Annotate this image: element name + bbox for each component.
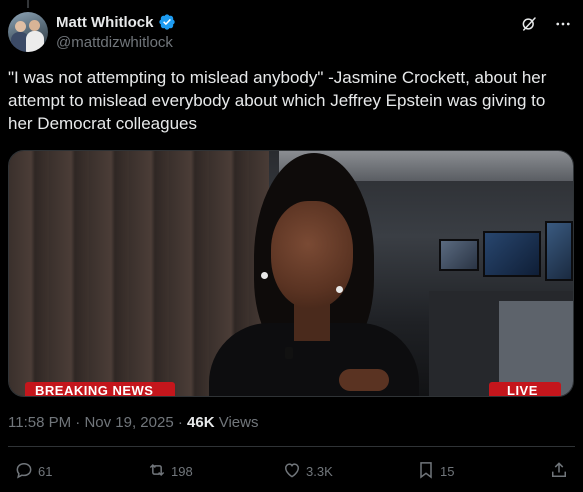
tweet-date[interactable]: Nov 19, 2025 [84,414,173,431]
avatar-figure-right [26,31,44,52]
video-monitor [545,221,573,281]
breaking-news-banner: BREAKING NEWS [25,382,175,396]
tweet-top-actions [519,14,573,34]
live-label: LIVE [507,383,538,396]
live-banner: LIVE [489,382,561,396]
video-lapel-mic [285,347,293,359]
verified-badge-icon[interactable] [158,13,176,31]
divider [8,446,575,447]
bookmark-button[interactable]: 15 [416,460,454,483]
breaking-news-label: BREAKING NEWS [35,383,154,396]
reply-count: 61 [38,464,53,479]
video-monitor [439,239,479,271]
tweet-video[interactable]: BREAKING NEWS LIVE [8,150,574,397]
video-monitor [483,231,541,277]
repost-count: 198 [171,464,193,479]
reply-icon [14,460,34,483]
video-person-earring [336,286,343,293]
repost-icon [147,460,167,483]
meta-separator: · [75,414,81,431]
heart-icon [282,460,302,483]
tweet-time[interactable]: 11:58 PM [8,414,71,431]
avatar-face-right [29,20,40,31]
avatar-face-left [15,21,26,32]
video-person-face [271,201,353,309]
like-count: 3.3K [306,464,333,479]
thread-connector-line [27,0,29,8]
bookmark-count: 15 [440,464,455,479]
video-person-hand [339,369,389,391]
bookmark-icon [416,460,436,483]
tweet-meta: 11:58 PM · Nov 19, 2025 · 46K Views [8,414,258,431]
avatar[interactable] [8,12,48,52]
author-handle[interactable]: @mattdizwhitlock [56,34,173,51]
share-button[interactable] [549,460,569,483]
views-label: Views [218,414,259,431]
like-button[interactable]: 3.3K [282,460,333,483]
author-display-name[interactable]: Matt Whitlock [56,14,154,31]
share-icon [549,460,569,483]
author-name-row: Matt Whitlock [56,13,176,31]
views-count[interactable]: 46K [187,414,215,431]
grok-icon[interactable] [519,14,539,34]
tweet-action-bar: 61 198 3.3K 15 [0,460,583,484]
video-person-earring [261,272,268,279]
reply-button[interactable]: 61 [14,460,52,483]
repost-button[interactable]: 198 [147,460,193,483]
meta-separator: · [177,414,183,431]
tweet-text: "I was not attempting to mislead anybody… [8,68,547,133]
more-icon[interactable] [553,14,573,34]
